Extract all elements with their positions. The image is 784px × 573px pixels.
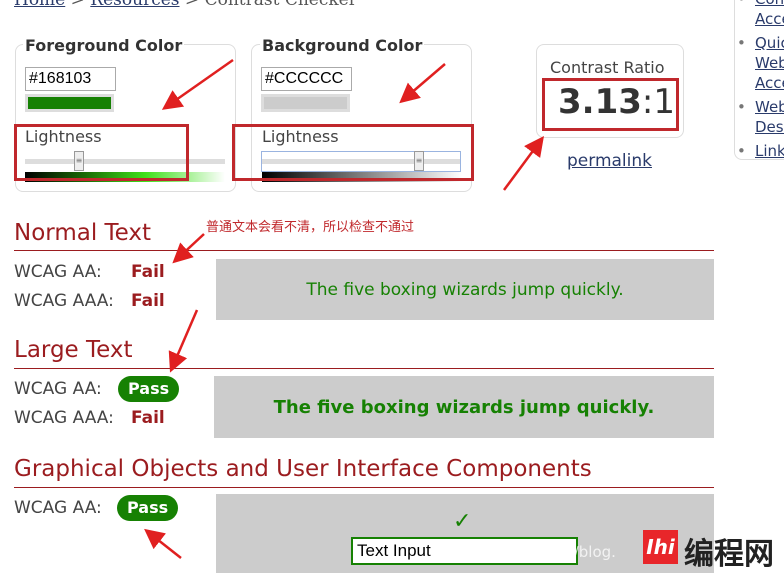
- arrow-icon: [172, 233, 205, 264]
- arrow-icon: [399, 63, 446, 104]
- annotation-arrows: [144, 58, 544, 559]
- arrow-icon: [161, 58, 234, 110]
- arrow-icon: [168, 309, 199, 373]
- arrow-icon: [144, 528, 182, 559]
- arrow-icon: [502, 135, 544, 191]
